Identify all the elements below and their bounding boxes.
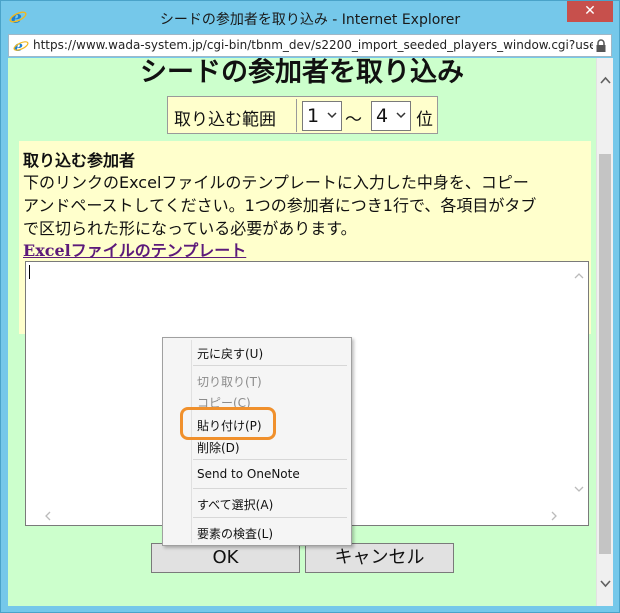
menu-item-cut[interactable]: 切り取り(T) (197, 373, 262, 390)
range-from-select[interactable]: 1 (302, 101, 342, 131)
page-favicon-icon: e (13, 39, 29, 54)
chevron-down-icon[interactable] (597, 575, 614, 592)
window-title: シードの参加者を取り込み - Internet Explorer (159, 12, 461, 28)
paste-highlight-ring (180, 407, 276, 440)
menu-item-inspect-element[interactable]: 要素の検査(L) (197, 525, 273, 542)
menu-item-delete[interactable]: 削除(D) (197, 439, 240, 456)
vertical-scrollbar[interactable] (596, 58, 613, 606)
context-menu: 元に戻す(U) 切り取り(T) コピー(C) 貼り付け(P) 削除(D) Sen… (162, 337, 352, 546)
lock-icon (596, 39, 606, 52)
menu-item-undo[interactable]: 元に戻す(U) (197, 345, 263, 362)
url-field[interactable]: https://www.wada-system.jp/cgi-bin/tbnm_… (33, 38, 593, 54)
browser-window: e シードの参加者を取り込み - Internet Explorer ✕ e h… (0, 0, 620, 613)
instructions-line: で区切られた形になっている必要があります。 (23, 219, 357, 238)
scroll-thumb[interactable] (599, 154, 611, 554)
text-caret (29, 265, 30, 279)
chevron-left-icon[interactable] (44, 511, 52, 521)
ok-button[interactable]: OK (151, 543, 300, 573)
chevron-down-icon[interactable] (574, 485, 584, 493)
title-bar[interactable]: e シードの参加者を取り込み - Internet Explorer ✕ (1, 1, 619, 34)
menu-item-select-all[interactable]: すべて選択(A) (197, 496, 273, 513)
chevron-up-icon[interactable] (597, 72, 614, 89)
range-to-select[interactable]: 4 (371, 101, 411, 131)
instructions-line: アンドペーストしてください。1つの参加者につき1行で、各項目がタブ (23, 196, 537, 215)
range-to-value: 4 (376, 105, 389, 127)
chevron-up-icon[interactable] (574, 272, 584, 280)
chevron-down-icon (327, 112, 337, 119)
menu-separator (193, 517, 347, 518)
chevron-down-icon (396, 112, 406, 119)
instructions-heading: 取り込む参加者 (23, 151, 136, 170)
chevron-right-icon[interactable] (550, 511, 558, 521)
range-divider (296, 99, 297, 132)
close-button[interactable]: ✕ (567, 1, 613, 22)
menu-item-send-to-onenote[interactable]: Send to OneNote (197, 467, 300, 481)
import-range-panel: 取り込む範囲 1 〜 4 位 (167, 96, 438, 134)
cancel-button[interactable]: キャンセル (305, 543, 454, 573)
range-label: 取り込む範囲 (174, 110, 276, 130)
menu-separator (193, 365, 347, 366)
menu-gutter (191, 340, 192, 543)
page-title: シードの参加者を取り込み (140, 58, 464, 88)
address-bar[interactable]: e https://www.wada-system.jp/cgi-bin/tbn… (8, 34, 612, 57)
menu-separator (193, 459, 347, 460)
range-separator: 〜 (345, 110, 362, 130)
instructions-line: 下のリンクのExcelファイルのテンプレートに入力した中身を、コピー (23, 173, 529, 192)
menu-separator (193, 488, 347, 489)
range-suffix: 位 (416, 110, 433, 130)
excel-template-link[interactable]: Excelファイルのテンプレート (23, 237, 246, 261)
close-icon: ✕ (584, 3, 596, 19)
range-from-value: 1 (307, 105, 320, 127)
